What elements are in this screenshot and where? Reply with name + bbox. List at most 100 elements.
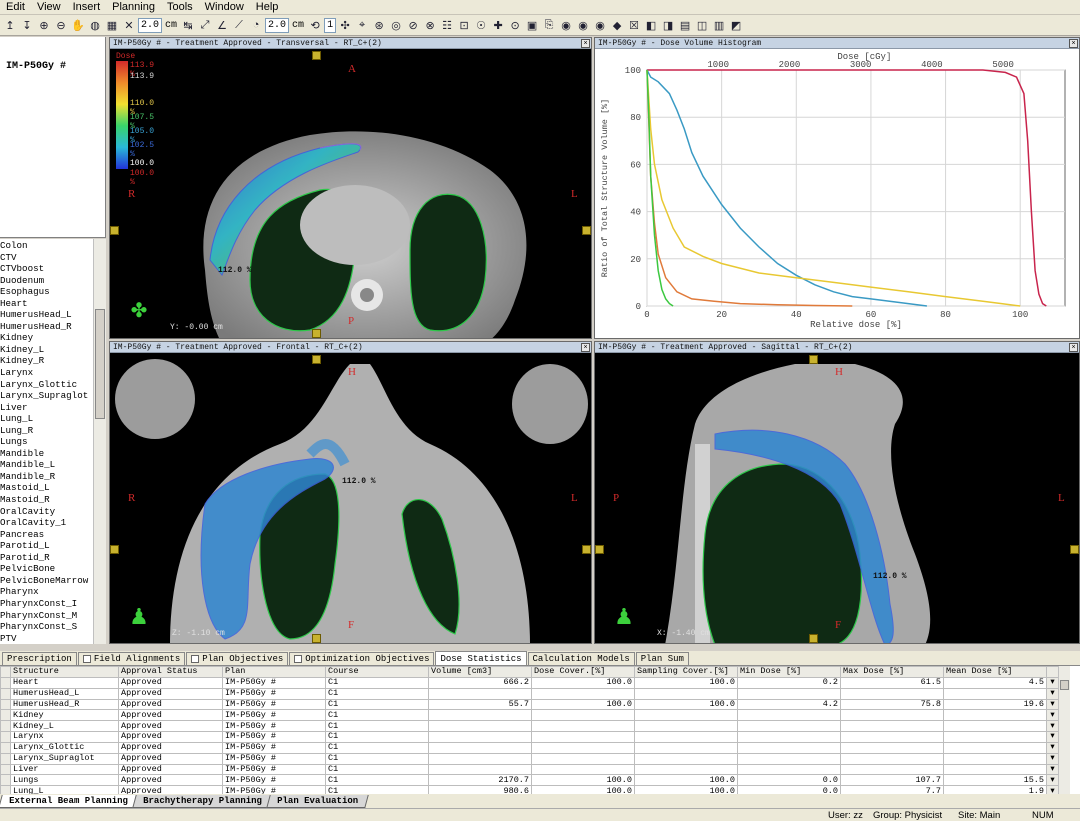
slice-handle-bottom[interactable] [312,329,321,338]
structure-list-item[interactable]: OralCavity_1 [0,517,93,529]
window-level-icon[interactable]: ◍ [87,17,103,33]
zoom-out-icon[interactable]: ⊖ [53,17,69,33]
probe-icon[interactable]: ⤢ [197,17,213,33]
row-selector[interactable] [0,676,11,689]
menu-insert[interactable]: Insert [67,0,107,15]
table-row[interactable]: HumerusHead_R Approved IM-P50Gy # C1 55.7 100… [0,698,1059,711]
menu-tools[interactable]: Tools [161,0,199,15]
structure-list-item[interactable]: PelvicBone [0,563,93,575]
row-selector[interactable] [0,698,11,711]
column-header[interactable]: Approval Status [118,666,223,678]
tab-dose-statistics[interactable]: Dose Statistics [435,651,527,665]
structure-list-item[interactable]: Lung_L [0,413,93,425]
module-tab-brachytherapy[interactable]: Brachytherapy Planning [132,794,273,808]
globe-icon[interactable]: ◉ [558,17,574,33]
bolus-icon[interactable]: ⊡ [456,17,472,33]
tab-calculation-models[interactable]: Calculation Models [527,652,635,665]
frontal-view[interactable]: IM-P50Gy # - Treatment Approved - Fronta… [109,341,592,644]
index-input[interactable]: 1 [324,17,337,33]
structure-list-item[interactable]: PTV [0,633,93,644]
mlc-icon[interactable]: ☷ [439,17,455,33]
profile-icon[interactable]: ◫ [694,17,710,33]
column-header[interactable]: Mean Dose [%] [943,666,1047,678]
column-header[interactable]: Course [325,666,429,678]
structure-list-item[interactable]: CTV [0,252,93,264]
compare-icon[interactable]: ◩ [728,17,744,33]
line-icon[interactable]: ⟋ [231,17,247,33]
histogram-icon[interactable]: ▤ [677,17,693,33]
marker-icon[interactable]: ✚ [490,17,506,33]
dvh-view[interactable]: IM-P50Gy # - Dose Volume Histogram × 0 20… [594,37,1080,339]
slice-handle-bottom[interactable] [312,634,321,643]
structure-list-item[interactable]: Larynx_Supraglot [0,390,93,402]
structure-list-scrollbar[interactable] [93,239,106,644]
cube-icon[interactable]: ◆ [609,17,625,33]
scroll-thumb[interactable] [1060,680,1069,690]
row-dropdown-button[interactable]: ▾ [1046,720,1059,733]
structure-list-item[interactable]: PharynxConst_S [0,621,93,633]
column-header[interactable]: Max Dose [%] [840,666,944,678]
slice-handle-left[interactable] [110,545,119,554]
globe2-icon[interactable]: ◉ [575,17,591,33]
transversal-view[interactable]: IM-P50Gy # - Treatment Approved - Transv… [109,37,592,339]
point-icon[interactable]: ⊙ [507,17,523,33]
angle-icon[interactable]: ∠ [214,17,230,33]
couch-icon[interactable]: ⊗ [422,17,438,33]
table-row[interactable]: Lungs Approved IM-P50Gy # C1 2170.7 100.0 100.… [0,774,1059,787]
structure-list-item[interactable]: Larynx_Glottic [0,379,93,391]
delete-icon[interactable]: ☒ [626,17,642,33]
circle-icon[interactable]: ◔ [248,17,264,33]
zoom-in-icon[interactable]: ⊕ [36,17,52,33]
close-icon[interactable]: × [581,343,590,352]
tab-prescription[interactable]: Prescription [2,652,77,665]
grid-icon[interactable]: ▣ [524,17,540,33]
structure-list-item[interactable]: Colon [0,240,93,252]
slice-handle-right[interactable] [582,226,591,235]
tab-field-alignments[interactable]: Field Alignments [77,652,186,665]
slice-handle-left[interactable] [595,545,604,554]
structure-list-item[interactable]: Mastoid_L [0,482,93,494]
column-header[interactable]: Structure [10,666,119,678]
zoom-step-input[interactable]: 2.0 [138,17,163,33]
report-icon[interactable]: ▥ [711,17,727,33]
row-selector[interactable] [0,720,11,733]
tab-checkbox[interactable] [82,655,91,663]
gantry-icon[interactable]: ◎ [388,17,404,33]
plan-tree-item[interactable]: IM-P50Gy # [0,61,66,72]
structure-list-item[interactable]: Duodenum [0,275,93,287]
row-dropdown-button[interactable]: ▾ [1046,763,1059,776]
structure-list-item[interactable]: HumerusHead_R [0,321,93,333]
tab-plan-objectives[interactable]: Plan Objectives [186,652,289,665]
column-header[interactable]: Plan [222,666,326,678]
table-scrollbar[interactable] [1058,666,1070,794]
contour-icon[interactable]: ☉ [473,17,489,33]
layout-a-icon[interactable]: ◧ [643,17,659,33]
tab-plan-sum[interactable]: Plan Sum [635,652,689,665]
arrow-down-icon[interactable]: ↧ [19,17,35,33]
arrow-up-icon[interactable]: ↥ [2,17,18,33]
table-row[interactable]: Larynx_Glottic Approved IM-P50Gy # C1 ▾ [0,741,1059,754]
row-dropdown-button[interactable]: ▾ [1046,731,1059,743]
crosshair-icon[interactable]: ✕ [121,17,137,33]
column-header[interactable]: Min Dose [%] [737,666,841,678]
structure-list-item[interactable]: Kidney_R [0,355,93,367]
row-dropdown-button[interactable]: ▾ [1046,676,1059,689]
collimator-icon[interactable]: ⊘ [405,17,421,33]
row-dropdown-button[interactable]: ▾ [1046,785,1059,794]
structure-list-item[interactable]: Lungs [0,436,93,448]
row-selector[interactable] [0,752,11,765]
structure-list-item[interactable]: Parotid_R [0,552,93,564]
menu-view[interactable]: View [31,0,67,15]
row-dropdown-button[interactable]: ▾ [1046,687,1059,700]
structure-list-item[interactable]: CTVboost [0,263,93,275]
structure-list-item[interactable]: PharynxConst_I [0,598,93,610]
row-selector[interactable] [0,687,11,700]
structure-list-item[interactable]: Liver [0,402,93,414]
table-row[interactable]: Heart Approved IM-P50Gy # C1 666.2 100.0 100.0… [0,676,1059,689]
structure-list-item[interactable]: HumerusHead_L [0,309,93,321]
table-row[interactable]: Larynx Approved IM-P50Gy # C1 ▾ [0,731,1059,743]
structure-list-item[interactable]: Kidney [0,332,93,344]
column-header[interactable]: Sampling Cover.[%] [634,666,738,678]
field-icon[interactable]: ⌖ [354,17,370,33]
close-icon[interactable]: × [581,39,590,48]
